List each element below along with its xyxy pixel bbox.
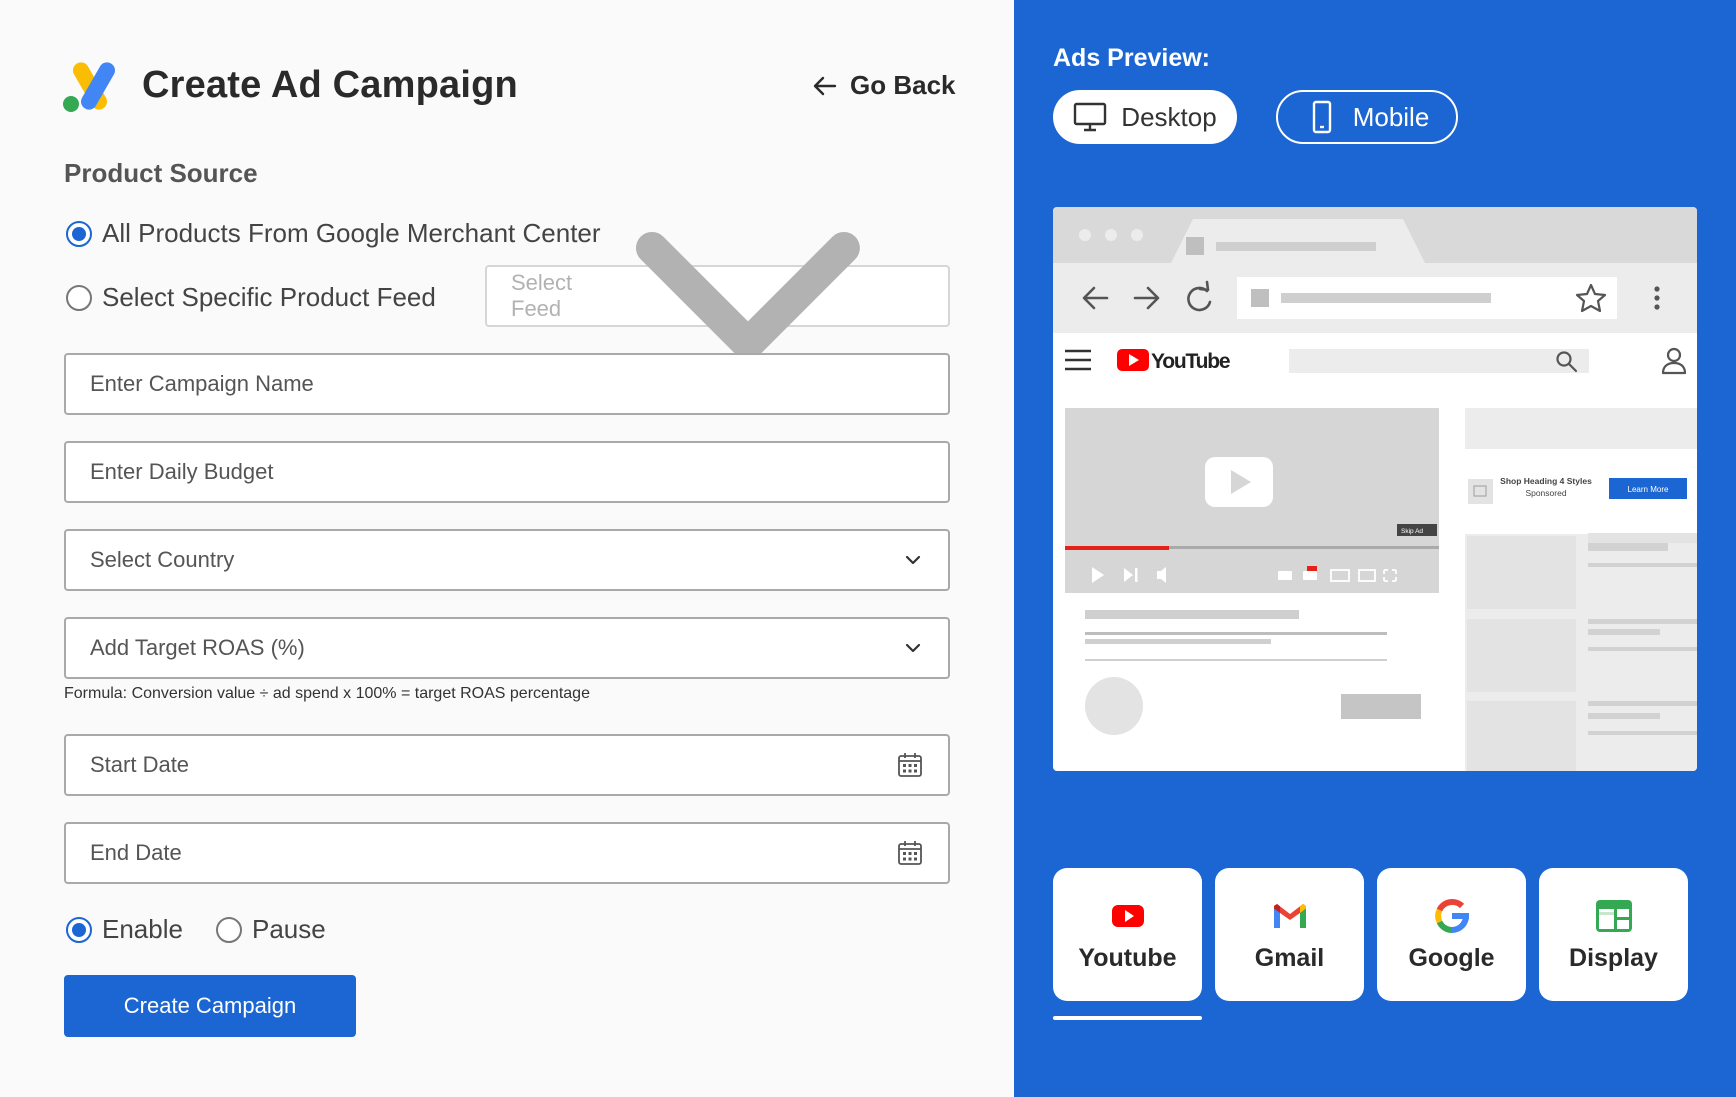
chevron-down-icon [905,643,921,653]
radio-all-products[interactable]: All Products From Google Merchant Center [66,218,601,249]
platform-gmail[interactable]: Gmail [1215,868,1364,1001]
arrow-left-icon [813,76,837,95]
ad-learn-more-button: Learn More [1628,485,1669,494]
desktop-label: Desktop [1121,101,1217,132]
youtube-icon [1111,905,1144,927]
platform-selector: Youtube Gmail Google Display [1053,868,1688,1001]
platform-google-label: Google [1408,944,1495,972]
select-feed-dropdown[interactable]: Select Feed [485,232,950,360]
browser-menu-icon [1654,286,1660,310]
calendar-icon[interactable] [896,839,924,867]
radio-enable[interactable]: Enable [66,914,183,945]
display-icon [1595,900,1632,932]
end-date-input[interactable]: End Date [64,822,950,884]
start-date-input[interactable]: Start Date [64,734,950,796]
radio-pause-control[interactable] [216,916,242,943]
country-placeholder: Select Country [90,547,235,572]
mobile-view-toggle[interactable]: Mobile [1276,90,1458,144]
campaign-name-input[interactable]: Enter Campaign Name [64,353,950,415]
ads-preview-title: Ads Preview: [1053,44,1211,72]
radio-enable-label: Enable [102,914,183,944]
campaign-name-placeholder: Enter Campaign Name [90,371,314,396]
browser-preview-mockup: YouTube Skip Ad Shop Heading 4 Styles Sp… [1053,207,1697,771]
desktop-view-toggle[interactable]: Desktop [1053,90,1237,144]
radio-enable-control[interactable] [66,916,92,943]
monitor-icon [1074,102,1107,132]
daily-budget-input[interactable]: Enter Daily Budget [64,441,950,503]
gmail-icon [1273,904,1306,928]
ad-heading-text: Shop Heading 4 Styles [1500,476,1592,486]
platform-gmail-label: Gmail [1254,944,1325,972]
radio-all-products-control[interactable] [66,220,92,247]
google-ads-logo-icon [63,62,115,112]
ad-sponsored-text: Sponsored [1525,488,1566,498]
platform-youtube[interactable]: Youtube [1053,868,1202,1001]
platform-google[interactable]: Google [1377,868,1526,1001]
go-back-label: Go Back [850,70,956,100]
ads-preview-panel: Ads Preview: Desktop Mobile YouTube Skip… [1014,0,1736,1097]
calendar-icon[interactable] [896,751,924,779]
create-campaign-button[interactable]: Create Campaign [64,975,356,1037]
chevron-down-icon [905,555,921,565]
select-feed-placeholder: Select Feed [511,270,573,321]
target-roas-select[interactable]: Add Target ROAS (%) [64,617,950,679]
country-select[interactable]: Select Country [64,529,950,591]
platform-display-label: Display [1569,944,1658,972]
radio-pause[interactable]: Pause [216,914,326,945]
radio-pause-label: Pause [252,914,326,944]
svg-text:YouTube: YouTube [1151,350,1230,373]
skip-ad-label: Skip Ad [1401,528,1423,535]
radio-specific-feed-label: Select Specific Product Feed [102,282,436,312]
youtube-logo: YouTube [1117,349,1231,373]
daily-budget-placeholder: Enter Daily Budget [90,459,274,484]
end-date-placeholder: End Date [90,840,182,865]
campaign-form-panel: Create Ad Campaign Go Back Product Sourc… [0,0,1014,1097]
platform-youtube-label: Youtube [1078,944,1177,972]
mobile-label: Mobile [1352,101,1430,132]
product-source-title: Product Source [64,158,258,188]
page-title: Create Ad Campaign [142,64,518,106]
google-icon [1434,899,1469,933]
target-roas-placeholder: Add Target ROAS (%) [90,635,305,660]
radio-specific-feed[interactable]: Select Specific Product Feed [66,282,436,313]
radio-specific-feed-control[interactable] [66,284,92,311]
active-platform-indicator [1053,1016,1202,1020]
roas-formula-note: Formula: Conversion value ÷ ad spend x 1… [64,685,590,702]
start-date-placeholder: Start Date [90,752,190,777]
platform-display[interactable]: Display [1539,868,1688,1001]
chevron-down-icon [636,232,861,360]
youtube-ad-preview: YouTube Skip Ad Shop Heading 4 Styles Sp… [1053,207,1697,771]
go-back-button[interactable]: Go Back [812,70,956,101]
radio-all-products-label: All Products From Google Merchant Center [102,218,601,248]
smartphone-icon [1312,100,1331,134]
